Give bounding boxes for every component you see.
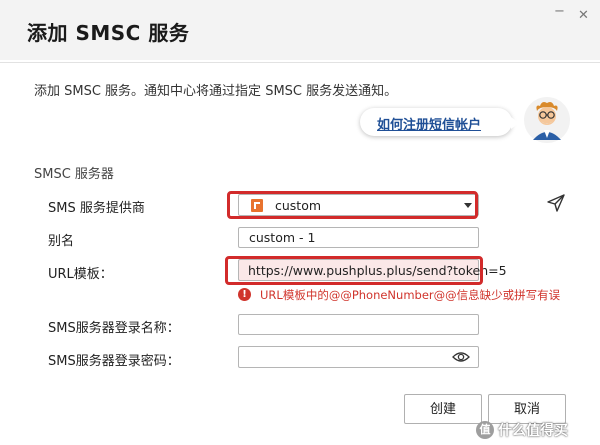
header-divider xyxy=(0,62,600,63)
caret-down-icon xyxy=(464,203,472,208)
url-template-input[interactable]: https://www.pushplus.plus/send?token=5 xyxy=(238,259,507,281)
login-name-label: SMS服务器登录名称： xyxy=(48,321,180,336)
watermark-text: 什么值得买 xyxy=(498,423,568,439)
login-name-input[interactable] xyxy=(238,314,479,335)
url-template-value: https://www.pushplus.plus/send?token=5 xyxy=(248,263,507,278)
alias-input[interactable]: custom - 1 xyxy=(238,227,479,248)
dialog-header: 添加 SMSC 服务 − ✕ xyxy=(0,0,600,60)
provider-label: SMS 服务提供商 xyxy=(48,201,145,216)
help-bubble: 如何注册短信帐户 xyxy=(360,108,519,136)
url-template-label: URL模板： xyxy=(48,267,113,282)
dialog-title: 添加 SMSC 服务 xyxy=(27,21,190,45)
create-button[interactable]: 创建 xyxy=(404,394,482,424)
password-label: SMS服务器登录密码： xyxy=(48,354,180,369)
provider-select[interactable]: custom xyxy=(238,194,479,216)
send-test-icon[interactable] xyxy=(546,193,566,213)
eye-icon[interactable] xyxy=(452,350,470,364)
close-button[interactable]: ✕ xyxy=(578,8,589,23)
minimize-button[interactable]: − xyxy=(554,4,565,19)
provider-value: custom xyxy=(275,198,322,213)
url-error-text: URL模板中的@@PhoneNumber@@信息缺少或拼写有误 xyxy=(260,288,561,302)
smsc-server-section-title: SMSC 服务器 xyxy=(34,167,114,182)
alias-label: 别名 xyxy=(48,234,75,249)
mascot-icon xyxy=(524,97,570,143)
error-icon: ! xyxy=(238,288,251,301)
password-input[interactable] xyxy=(238,346,479,368)
alias-value: custom - 1 xyxy=(249,230,316,245)
intro-text: 添加 SMSC 服务。通知中心将通过指定 SMSC 服务发送通知。 xyxy=(34,84,398,99)
provider-logo-icon xyxy=(251,199,263,212)
add-smsc-dialog: 添加 SMSC 服务 − ✕ 添加 SMSC 服务。通知中心将通过指定 SMSC… xyxy=(0,0,600,445)
register-sms-account-link[interactable]: 如何注册短信帐户 xyxy=(377,114,481,133)
watermark-badge: 值 xyxy=(476,421,494,439)
